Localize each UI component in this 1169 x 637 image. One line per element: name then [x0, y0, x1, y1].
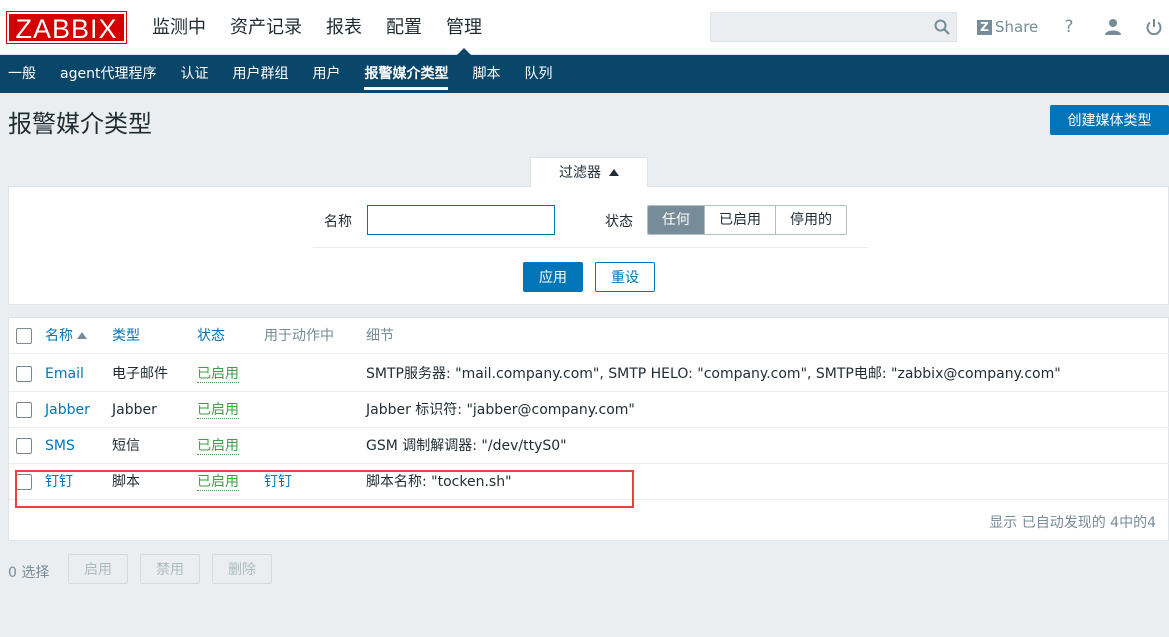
column-status-sort[interactable]: 状态	[197, 318, 225, 354]
disable-button[interactable]: 禁用	[140, 554, 200, 584]
filter-tab-label: 过滤器	[559, 165, 601, 181]
selected-count: 0 选择	[8, 565, 50, 581]
status-toggle[interactable]: 已启用	[197, 474, 239, 491]
media-type-details: SMTP服务器: "mail.company.com", SMTP HELO: …	[366, 366, 1061, 382]
media-type-type: Jabber	[112, 402, 157, 418]
subnav-proxies[interactable]: agent代理程序	[48, 55, 168, 93]
row-checkbox[interactable]	[16, 402, 32, 418]
filter-divider	[313, 247, 868, 248]
status-any[interactable]: 任何	[648, 206, 704, 234]
media-type-name-link[interactable]: SMS	[45, 428, 75, 464]
filter-panel: 名称 状态 任何 已启用 停用的 应用 重设	[8, 186, 1169, 305]
nav-administration[interactable]: 管理	[434, 0, 494, 55]
column-used-in-actions: 用于动作中	[264, 328, 334, 344]
nav-monitoring[interactable]: 监测中	[140, 0, 218, 55]
subnav-media-types[interactable]: 报警媒介类型	[352, 55, 460, 93]
table-row: SMS 短信 已启用 GSM 调制解调器: "/dev/ttyS0"	[9, 428, 1169, 464]
share-label: Share	[995, 18, 1039, 36]
create-media-type-button[interactable]: 创建媒体类型	[1050, 105, 1169, 135]
row-checkbox[interactable]	[16, 366, 32, 382]
media-types-table: 名称 类型 状态 用于动作中 细节 Email 电子邮件 已启用 SMTP服务器…	[8, 317, 1169, 541]
filter-name-label: 名称	[324, 214, 352, 230]
filter-name-input[interactable]	[367, 205, 555, 235]
media-type-type: 脚本	[112, 474, 140, 490]
column-name-sort[interactable]: 名称	[45, 318, 87, 354]
subnav-scripts[interactable]: 脚本	[460, 55, 512, 93]
media-type-details: 脚本名称: "tocken.sh"	[366, 474, 512, 490]
subnav-authentication[interactable]: 认证	[168, 55, 220, 93]
status-toggle[interactable]: 已启用	[197, 402, 239, 419]
subnav-user-groups[interactable]: 用户群组	[220, 55, 300, 93]
sub-nav: 一般 agent代理程序 认证 用户群组 用户 报警媒介类型 脚本 队列	[0, 55, 1169, 93]
status-disabled[interactable]: 停用的	[775, 206, 846, 234]
media-type-name-link[interactable]: Email	[45, 356, 84, 392]
sort-asc-icon	[77, 332, 87, 339]
subnav-users[interactable]: 用户	[300, 55, 352, 93]
media-type-type: 电子邮件	[112, 366, 168, 382]
collapse-arrow-icon	[609, 169, 619, 176]
zabbix-logo[interactable]: ZABBIX	[6, 11, 127, 44]
enable-button[interactable]: 启用	[68, 554, 128, 584]
row-checkbox[interactable]	[16, 438, 32, 454]
media-type-name-link[interactable]: 钉钉	[45, 464, 73, 500]
table-row: Jabber Jabber 已启用 Jabber 标识符: "jabber@co…	[9, 392, 1169, 428]
table-footer-count: 显示 已自动发现的 4中的4	[989, 515, 1156, 531]
status-toggle[interactable]: 已启用	[197, 366, 239, 383]
column-type-sort[interactable]: 类型	[112, 318, 140, 354]
top-header: ZABBIX 监测中 资产记录 报表 配置 管理 Z Share ?	[0, 0, 1169, 55]
filter-status-label: 状态	[605, 214, 633, 230]
status-enabled[interactable]: 已启用	[704, 206, 775, 234]
reset-button[interactable]: 重设	[595, 262, 655, 292]
subnav-general[interactable]: 一般	[0, 55, 48, 93]
media-type-details: Jabber 标识符: "jabber@company.com"	[366, 402, 635, 418]
table-header: 名称 类型 状态 用于动作中 细节	[9, 318, 1169, 354]
subnav-queue[interactable]: 队列	[512, 55, 564, 93]
select-all-checkbox[interactable]	[16, 328, 32, 344]
action-link[interactable]: 钉钉	[264, 464, 292, 500]
main-nav: 监测中 资产记录 报表 配置 管理	[140, 0, 494, 55]
filter-tab[interactable]: 过滤器	[530, 157, 648, 187]
nav-inventory[interactable]: 资产记录	[218, 0, 314, 55]
status-radio-group: 任何 已启用 停用的	[647, 205, 847, 235]
nav-reports[interactable]: 报表	[314, 0, 374, 55]
nav-configuration[interactable]: 配置	[374, 0, 434, 55]
global-search	[710, 12, 957, 42]
logout-icon[interactable]	[1143, 16, 1165, 38]
table-row: Email 电子邮件 已启用 SMTP服务器: "mail.company.co…	[9, 356, 1169, 392]
delete-button[interactable]: 删除	[212, 554, 272, 584]
help-icon[interactable]: ?	[1058, 16, 1080, 38]
media-type-type: 短信	[112, 438, 140, 454]
row-checkbox[interactable]	[16, 474, 32, 490]
media-type-name-link[interactable]: Jabber	[45, 392, 90, 428]
table-row: 钉钉 脚本 已启用 钉钉 脚本名称: "tocken.sh"	[9, 464, 1169, 500]
media-type-details: GSM 调制解调器: "/dev/ttyS0"	[366, 438, 567, 454]
page-title: 报警媒介类型	[8, 110, 152, 138]
share-z-icon: Z	[977, 19, 992, 35]
status-toggle[interactable]: 已启用	[197, 438, 239, 455]
apply-button[interactable]: 应用	[523, 262, 583, 292]
share-button[interactable]: Z Share	[977, 16, 1038, 38]
column-details: 细节	[366, 328, 394, 344]
search-icon[interactable]	[934, 19, 950, 35]
user-profile-icon[interactable]	[1102, 16, 1124, 38]
search-input[interactable]	[711, 13, 926, 41]
